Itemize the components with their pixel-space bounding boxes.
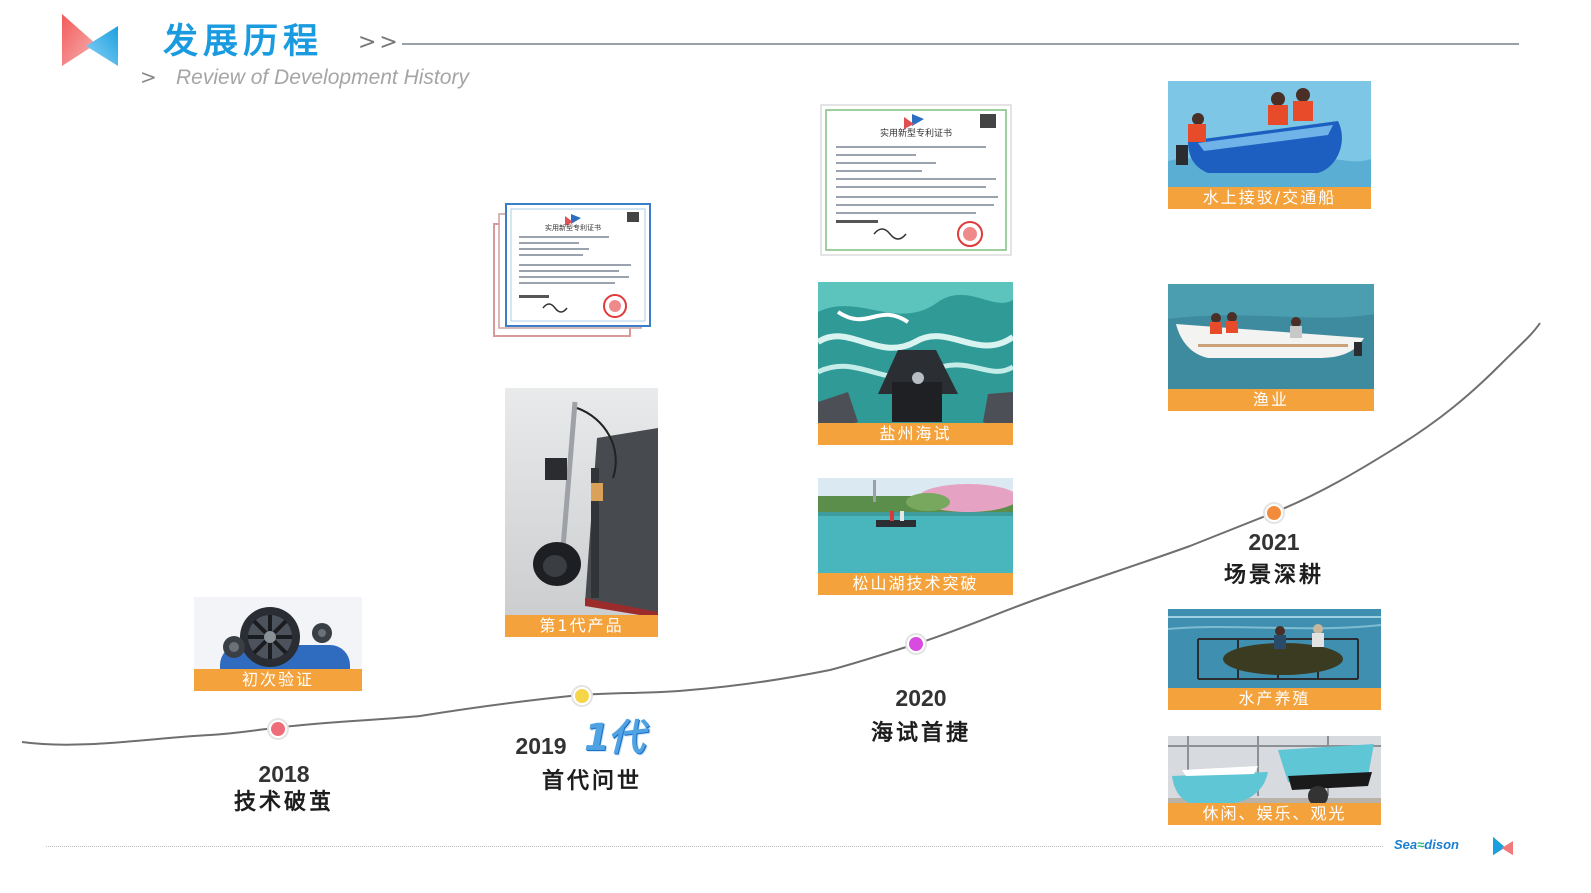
card-water-transport-ferry: 水上接驳/交通船 bbox=[1168, 81, 1371, 209]
brand-wordmark: Sea≈dison bbox=[1394, 836, 1459, 854]
year-2019: 2019 bbox=[515, 733, 567, 759]
card-fishery: 渔业 bbox=[1168, 284, 1374, 411]
card-caption: 渔业 bbox=[1168, 389, 1374, 411]
card-initial-verification: 初次验证 bbox=[194, 597, 362, 691]
certificate-heading: 实用新型专利证书 bbox=[545, 223, 601, 232]
year-2021: 2021 bbox=[1248, 529, 1300, 555]
milestone-dot-2020 bbox=[905, 633, 927, 655]
card-first-gen-product: 第1代产品 bbox=[505, 388, 658, 637]
card-aquaculture: 水产养殖 bbox=[1168, 609, 1381, 710]
footer-divider bbox=[46, 846, 1383, 847]
generation-badge: 1代 bbox=[584, 716, 645, 759]
certificate-heading: 实用新型专利证书 bbox=[880, 127, 952, 139]
card-caption: 水产养殖 bbox=[1168, 688, 1381, 710]
card-caption: 第1代产品 bbox=[505, 615, 658, 637]
milestone-dot-2021 bbox=[1263, 502, 1285, 524]
card-songshan-lake-breakthrough: 松山湖技术突破 bbox=[818, 478, 1013, 595]
card-yancheng-sea-trial: 盐州海试 bbox=[818, 282, 1013, 445]
card-caption: 盐州海试 bbox=[818, 423, 1013, 445]
milestone-dot-2019 bbox=[571, 685, 593, 707]
card-caption: 水上接驳/交通船 bbox=[1168, 187, 1371, 209]
stage-2021: 场景深耕 bbox=[1223, 563, 1324, 588]
card-caption: 初次验证 bbox=[194, 669, 362, 691]
footer-logo-icon bbox=[1493, 836, 1513, 856]
stage-2018: 技术破茧 bbox=[233, 790, 334, 815]
brand-text-b: dison bbox=[1424, 837, 1459, 852]
patent-certificate-2019: 实用新型专利证书 bbox=[493, 203, 651, 337]
stage-2019: 首代问世 bbox=[541, 769, 642, 794]
brand-text-a: Sea bbox=[1394, 837, 1418, 852]
milestone-dot-2018 bbox=[267, 718, 289, 740]
patent-certificate-2020: 实用新型专利证书 bbox=[820, 104, 1012, 256]
stage-2020: 海试首捷 bbox=[870, 721, 971, 746]
card-caption: 松山湖技术突破 bbox=[818, 573, 1013, 595]
year-2018: 2018 bbox=[258, 761, 310, 787]
sea-trial-image bbox=[818, 282, 1013, 445]
first-gen-product-image bbox=[505, 388, 658, 637]
year-2020: 2020 bbox=[895, 685, 947, 711]
card-caption: 休闲、娱乐、观光 bbox=[1168, 803, 1381, 825]
card-leisure-tourism: 休闲、娱乐、观光 bbox=[1168, 736, 1381, 825]
